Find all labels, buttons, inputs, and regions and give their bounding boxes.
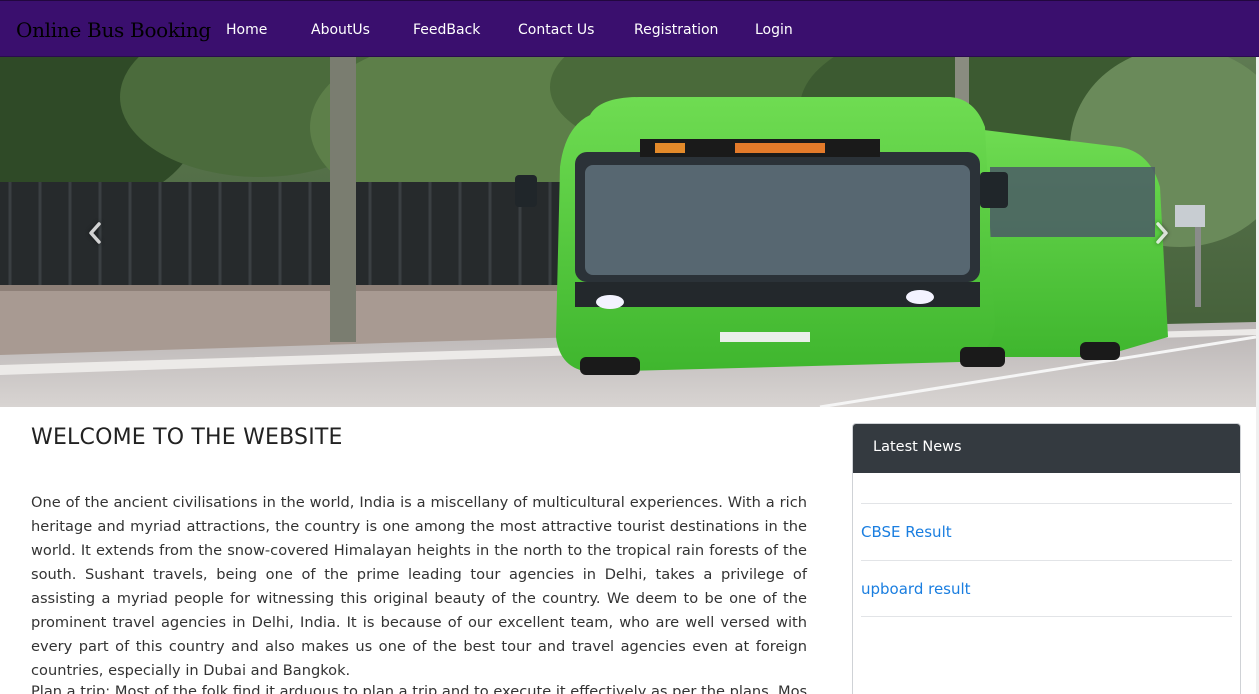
intro-paragraph: One of the ancient civilisations in the … xyxy=(31,494,807,679)
top-navbar: Online Bus Booking Home AboutUs FeedBack… xyxy=(0,0,1259,57)
chevron-left-icon xyxy=(89,222,101,244)
nav-login[interactable]: Login xyxy=(755,22,793,38)
bus-photo xyxy=(0,57,1256,407)
chevron-right-icon xyxy=(1156,222,1168,244)
nav-about-us[interactable]: AboutUs xyxy=(311,22,370,38)
carousel-next-button[interactable] xyxy=(1147,215,1177,251)
nav-registration[interactable]: Registration xyxy=(634,22,718,38)
latest-news-panel: Latest News CBSE Result upboard result xyxy=(852,423,1241,694)
nav-feedback[interactable]: FeedBack xyxy=(413,22,480,38)
news-link-cbse-result[interactable]: CBSE Result xyxy=(861,523,952,541)
list-item: upboard result xyxy=(861,560,1232,617)
hero-carousel[interactable] xyxy=(0,57,1256,407)
nav-contact-us[interactable]: Contact Us xyxy=(518,22,594,38)
news-list: CBSE Result upboard result xyxy=(861,503,1232,617)
carousel-prev-button[interactable] xyxy=(80,215,110,251)
brand-title[interactable]: Online Bus Booking xyxy=(16,18,211,42)
nav-home[interactable]: Home xyxy=(226,22,267,38)
list-item: CBSE Result xyxy=(861,503,1232,560)
news-link-upboard-result[interactable]: upboard result xyxy=(861,580,971,598)
latest-news-header: Latest News xyxy=(853,424,1240,473)
plan-trip-paragraph: Plan a trip: Most of the folk find it ar… xyxy=(31,683,807,694)
welcome-heading: WELCOME TO THE WEBSITE xyxy=(31,425,343,450)
